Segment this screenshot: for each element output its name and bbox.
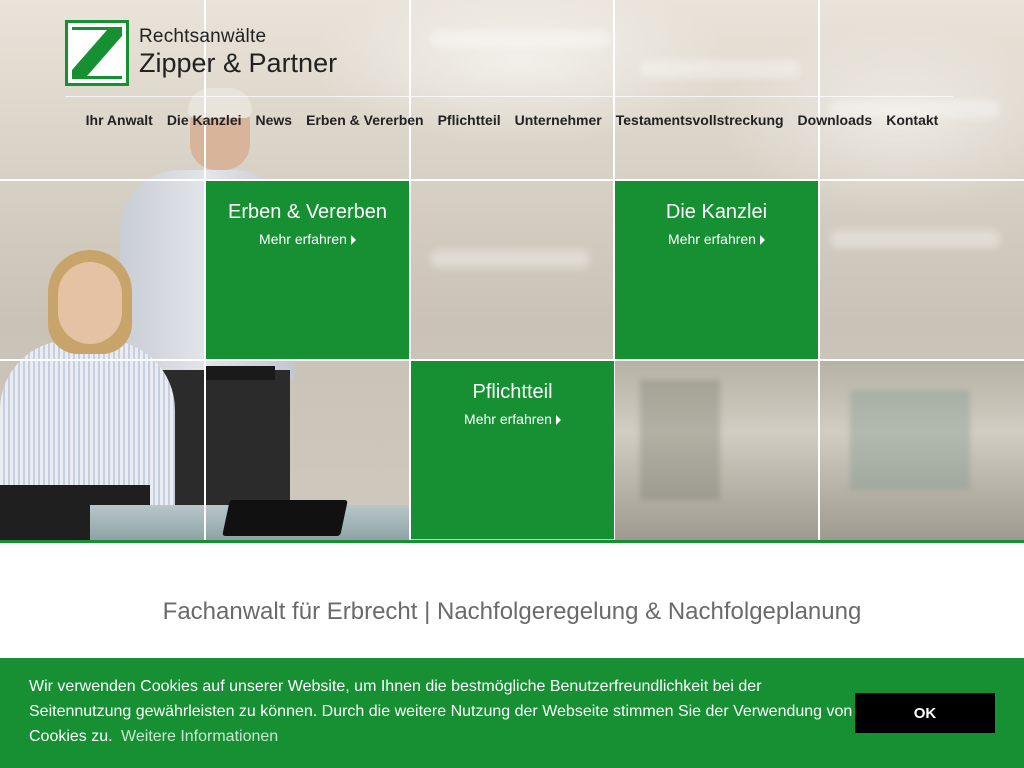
logo-text: Rechtsanwälte Zipper & Partner <box>139 27 337 79</box>
caret-right-icon <box>555 415 561 426</box>
logo-z-icon <box>65 20 129 86</box>
nav-item-erben-vererben[interactable]: Erben & Vererben <box>306 112 424 128</box>
belt <box>205 366 275 380</box>
office-furniture <box>640 380 720 500</box>
grid-line <box>818 0 820 540</box>
nav-item-kontakt[interactable]: Kontakt <box>886 112 938 128</box>
page-headline: Fachanwalt für Erbrecht | Nachfolgeregel… <box>162 598 862 625</box>
tile-more-link[interactable]: Mehr erfahren <box>668 231 765 247</box>
cookie-ok-button[interactable]: OK <box>855 693 995 733</box>
tile-link-label: Mehr erfahren <box>259 231 347 247</box>
woman-face <box>58 262 122 344</box>
tile-die-kanzlei[interactable]: Die Kanzlei Mehr erfahren <box>615 181 818 359</box>
nav-item-downloads[interactable]: Downloads <box>798 112 873 128</box>
ceiling-light <box>430 30 610 48</box>
ceiling-light <box>640 60 800 78</box>
header-divider <box>65 96 953 97</box>
logo-subtitle: Rechtsanwälte <box>139 26 267 47</box>
office-furniture <box>850 390 970 490</box>
cookie-more-info-link[interactable]: Weitere Informationen <box>121 728 278 745</box>
nav-item-ihr-anwalt[interactable]: Ihr Anwalt <box>86 112 153 128</box>
caret-right-icon <box>759 235 765 246</box>
tile-title: Erben & Vererben <box>228 201 387 223</box>
hero-bottom-border <box>0 540 1024 543</box>
site-logo[interactable]: Rechtsanwälte Zipper & Partner <box>65 20 337 86</box>
grid-line <box>0 179 1024 181</box>
tile-erben-vererben[interactable]: Erben & Vererben Mehr erfahren <box>206 181 409 359</box>
nav-item-testamentsvollstreckung[interactable]: Testamentsvollstreckung <box>616 112 784 128</box>
cookie-banner: Wir verwenden Cookies auf unserer Websit… <box>0 658 1024 768</box>
folder <box>222 500 348 536</box>
ceiling-light <box>830 230 1000 248</box>
nav-item-die-kanzlei[interactable]: Die Kanzlei <box>167 112 242 128</box>
nav-item-pflichtteil[interactable]: Pflichtteil <box>438 112 501 128</box>
tile-title: Pflichtteil <box>472 381 553 403</box>
tile-pflichtteil[interactable]: Pflichtteil Mehr erfahren <box>411 361 614 539</box>
logo-title: Zipper & Partner <box>139 48 338 78</box>
caret-right-icon <box>350 235 356 246</box>
cookie-message: Wir verwenden Cookies auf unserer Websit… <box>29 674 859 749</box>
tile-more-link[interactable]: Mehr erfahren <box>259 231 356 247</box>
nav-item-unternehmer[interactable]: Unternehmer <box>515 112 602 128</box>
tile-link-label: Mehr erfahren <box>668 231 756 247</box>
main-nav: Ihr Anwalt Die Kanzlei News Erben & Vere… <box>0 112 1024 128</box>
tile-more-link[interactable]: Mehr erfahren <box>464 411 561 427</box>
ceiling-light <box>430 250 590 268</box>
nav-item-news[interactable]: News <box>256 112 293 128</box>
tile-title: Die Kanzlei <box>665 201 768 223</box>
tile-link-label: Mehr erfahren <box>464 411 552 427</box>
